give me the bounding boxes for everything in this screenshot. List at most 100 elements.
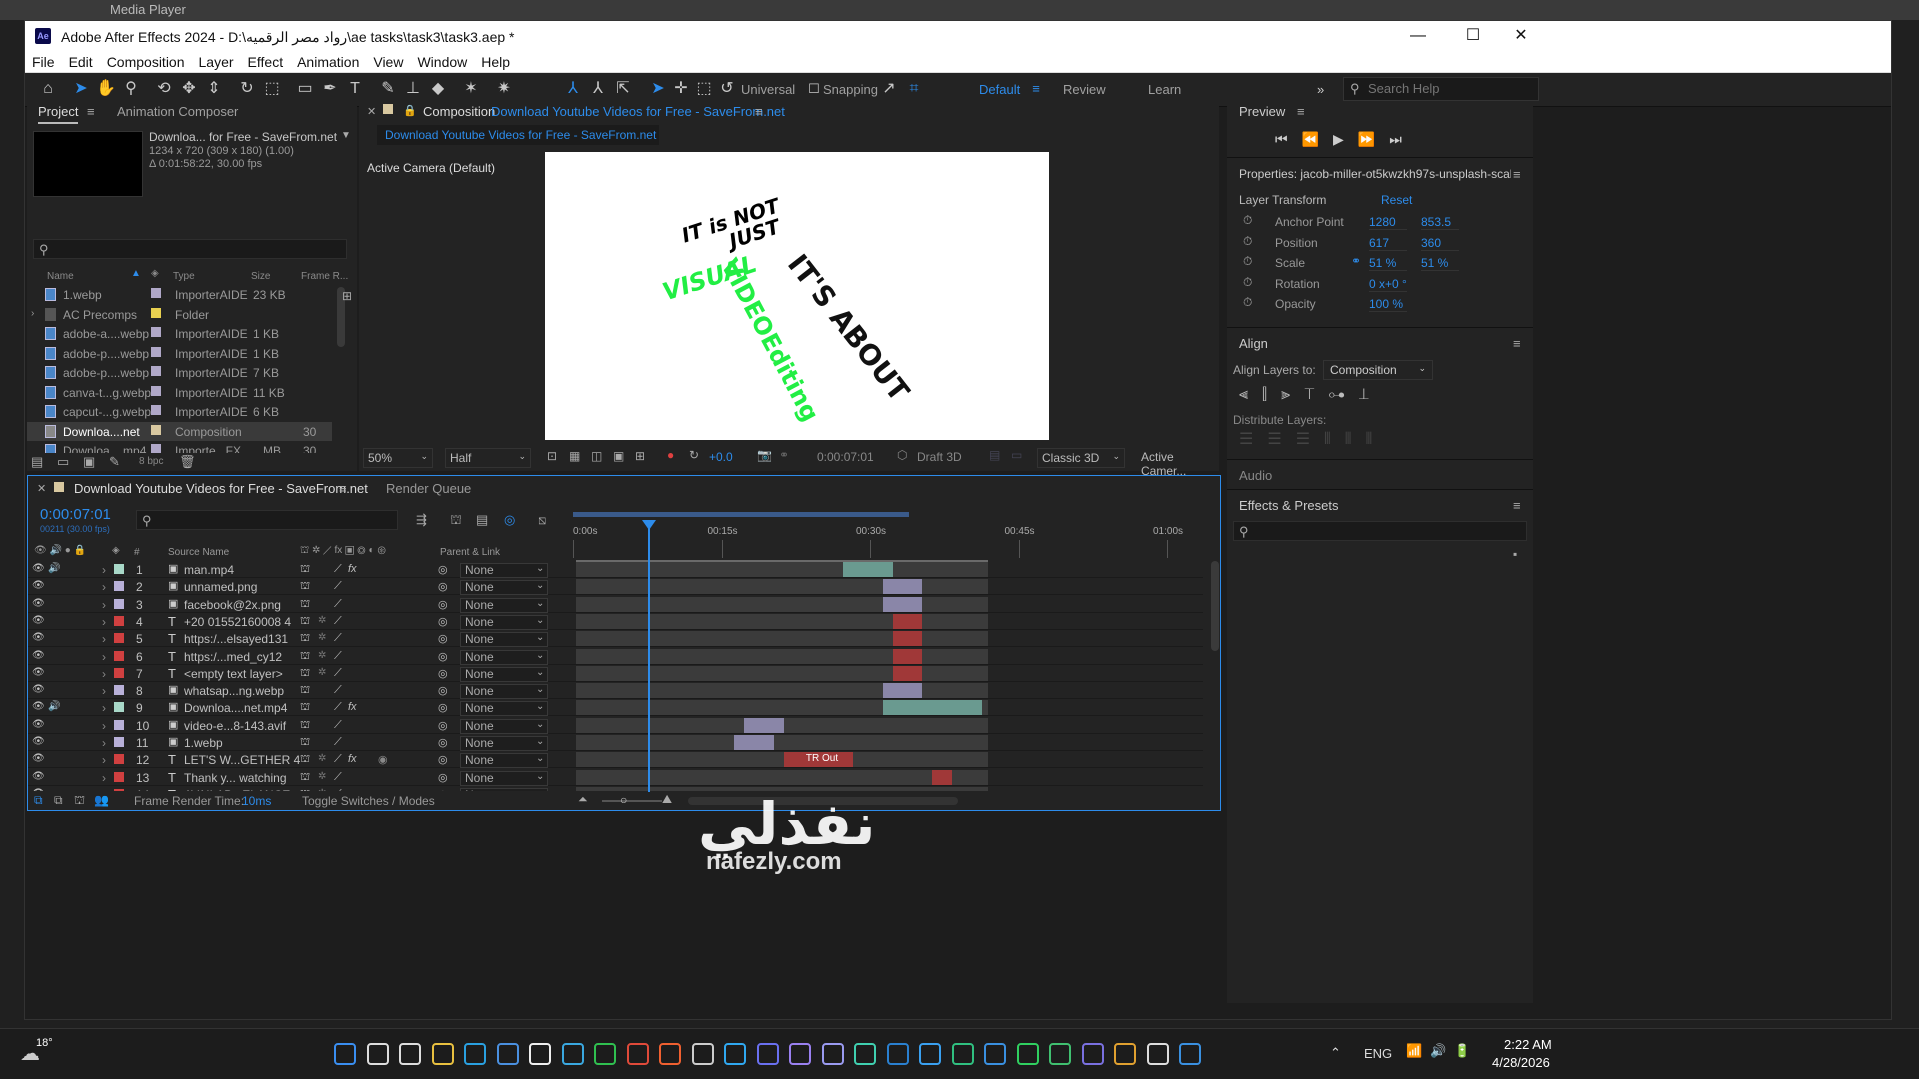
parent-dropdown[interactable]: None: [460, 736, 548, 751]
constrain-proportions-icon[interactable]: ⚭: [1351, 254, 1361, 268]
hand-tool-icon[interactable]: ✋: [95, 78, 117, 100]
layer-label-swatch[interactable]: [114, 564, 124, 574]
distribute-left-icon[interactable]: ⫴: [1324, 431, 1345, 448]
spotify-icon[interactable]: [594, 1043, 616, 1065]
layer-switches-icon[interactable]: ⧉: [34, 793, 43, 808]
visibility-eye-icon[interactable]: 👁: [32, 598, 45, 609]
layer-duration-bar[interactable]: [882, 579, 923, 595]
layer-source-name[interactable]: https:/...elsayed131: [184, 632, 288, 646]
project-item[interactable]: adobe-p....webp ImporterAIDE 7 KB: [27, 363, 332, 382]
app-icon[interactable]: [951, 1043, 974, 1065]
layer-label-swatch[interactable]: [114, 581, 124, 592]
sort-icon[interactable]: ▲: [131, 268, 141, 279]
col-name[interactable]: Name: [47, 271, 74, 282]
distribute-vcenter-icon[interactable]: ☰: [1267, 431, 1295, 448]
search-help-box[interactable]: ⚲: [1343, 77, 1539, 101]
property-value-1[interactable]: 100 %: [1369, 297, 1407, 312]
label-swatch[interactable]: [151, 307, 161, 318]
shy-switch-icon[interactable]: ⛫: [300, 719, 310, 733]
shy-switch-icon[interactable]: ⛫: [300, 771, 310, 785]
quality-switch-icon[interactable]: ⟋: [334, 615, 342, 628]
rotation-tool-icon[interactable]: ↻: [236, 78, 258, 100]
layer-row[interactable]: 👁 › 10 ▣ video-e...8-143.avif ⛫ ⟋ ◎ None ⌄: [28, 717, 1203, 734]
workspace-learn[interactable]: Learn: [1148, 82, 1181, 97]
discord-icon[interactable]: [756, 1043, 779, 1065]
menu-file[interactable]: File: [25, 51, 62, 73]
resolution-dropdown[interactable]: Half ⌄: [445, 448, 531, 468]
visibility-eye-icon[interactable]: 👁: [32, 701, 45, 712]
align-to-dropdown[interactable]: Composition ⌄: [1323, 360, 1433, 380]
parent-dropdown[interactable]: None: [460, 649, 548, 665]
shy-switch-icon[interactable]: ⛫: [300, 598, 310, 612]
effects-search[interactable]: ⚲: [1233, 521, 1527, 541]
home-icon[interactable]: ⌂: [37, 78, 59, 100]
show-snapshot-icon[interactable]: ⚭: [779, 448, 789, 462]
label-swatch[interactable]: [151, 424, 161, 435]
timeline-close-icon[interactable]: ✕: [37, 482, 46, 495]
av-features-icon[interactable]: 👁 🔊 ● 🔒: [34, 545, 86, 556]
layer-label-swatch[interactable]: [114, 667, 124, 678]
layer-label-swatch[interactable]: [114, 685, 124, 696]
snapshot-icon[interactable]: 📷: [757, 448, 772, 462]
parent-dropdown[interactable]: None: [460, 787, 548, 791]
prev-frame-icon[interactable]: ⏪: [1302, 131, 1333, 147]
layer-source-name[interactable]: +20 01552160008 4: [184, 615, 291, 629]
pick-whip-icon[interactable]: ◎: [438, 667, 448, 680]
volume-icon[interactable]: 🔊: [1430, 1043, 1446, 1059]
property-value-1[interactable]: 51 %: [1369, 256, 1407, 271]
col-source-name[interactable]: Source Name: [168, 547, 229, 558]
fx-switch-icon[interactable]: fx: [348, 701, 357, 713]
timeline-tab-name[interactable]: Download Youtube Videos for Free - SaveF…: [74, 481, 368, 496]
start-icon[interactable]: [334, 1043, 356, 1065]
selection-tool-icon[interactable]: ➤: [70, 78, 92, 100]
search-icon[interactable]: [366, 1043, 389, 1065]
view-axis-icon[interactable]: ⇱: [612, 78, 634, 100]
comp-tab-prefix[interactable]: Composition: [423, 104, 495, 119]
visibility-eye-icon[interactable]: 👁: [32, 788, 45, 791]
project-item[interactable]: canva-t...g.webp ImporterAIDE 11 KB: [27, 383, 332, 402]
timeline-timecode[interactable]: 0:00:07:01: [40, 506, 111, 523]
audio-icon[interactable]: 🔊: [48, 563, 60, 574]
comp-tab-name[interactable]: Download Youtube Videos for Free - SaveF…: [491, 104, 785, 119]
snap-features-icon[interactable]: ⌗: [903, 78, 925, 100]
preview-menu-icon[interactable]: ≡: [1297, 104, 1305, 119]
edge-icon[interactable]: [464, 1043, 486, 1065]
mask-visibility-icon[interactable]: ◫: [591, 449, 602, 463]
project-item[interactable]: capcut-...g.webp ImporterAIDE 6 KB: [27, 402, 332, 421]
menu-animation[interactable]: Animation: [290, 51, 366, 73]
maximize-button[interactable]: ☐: [1458, 25, 1488, 47]
comp-canvas[interactable]: IT is NOT JUST VISUAL VIDEOEditing IT'S …: [545, 152, 1049, 440]
quality-switch-icon[interactable]: ⟋: [334, 667, 342, 680]
collapse-switch-icon[interactable]: ✲: [318, 788, 326, 791]
motion-blur-switch-icon[interactable]: ◉: [378, 753, 388, 766]
quality-switch-icon[interactable]: ⟋: [334, 736, 342, 749]
parent-dropdown[interactable]: None: [460, 597, 548, 613]
comp-breadcrumb[interactable]: Download Youtube Videos for Free - SaveF…: [377, 125, 659, 145]
file-explorer-icon[interactable]: [431, 1043, 454, 1065]
new-preset-icon[interactable]: ▪: [1513, 547, 1517, 561]
transparency-grid-icon[interactable]: ▦: [569, 449, 580, 463]
timeline-menu-icon[interactable]: ≡: [339, 481, 347, 496]
parent-dropdown[interactable]: None: [460, 701, 548, 717]
tab-render-queue[interactable]: Render Queue: [386, 481, 471, 496]
telegram-icon[interactable]: [561, 1043, 584, 1065]
play-icon[interactable]: ▶: [1333, 131, 1358, 147]
layer-duration-bar[interactable]: [882, 700, 982, 716]
visibility-eye-icon[interactable]: 👁: [32, 650, 45, 661]
stopwatch-icon[interactable]: ⏱: [1243, 234, 1252, 249]
ground-plane-icon[interactable]: ▭: [1011, 448, 1022, 462]
last-frame-icon[interactable]: ⏭: [1389, 131, 1416, 147]
interpret-footage-icon[interactable]: ▤: [31, 454, 43, 470]
layer-duration-bar[interactable]: [744, 717, 784, 733]
shy-switch-icon[interactable]: ⛫: [300, 684, 310, 698]
shy-switch-icon[interactable]: ⛫: [300, 650, 310, 664]
layer-label-swatch[interactable]: [114, 615, 124, 626]
weather-temp[interactable]: 18°: [36, 1037, 53, 1049]
collapse-switch-icon[interactable]: ✲: [318, 771, 326, 782]
layer-row[interactable]: 👁 › 5 Thttps:/...elsayed131 ⛫ ✲ ⟋ ◎ None ⌄: [28, 630, 1203, 648]
label-swatch[interactable]: [151, 327, 161, 337]
new-comp-icon[interactable]: ▣: [83, 454, 95, 470]
stopwatch-icon[interactable]: ⏱: [1243, 254, 1252, 269]
motion-blur-icon[interactable]: ◎: [504, 512, 515, 528]
premiere-icon[interactable]: [789, 1043, 811, 1065]
